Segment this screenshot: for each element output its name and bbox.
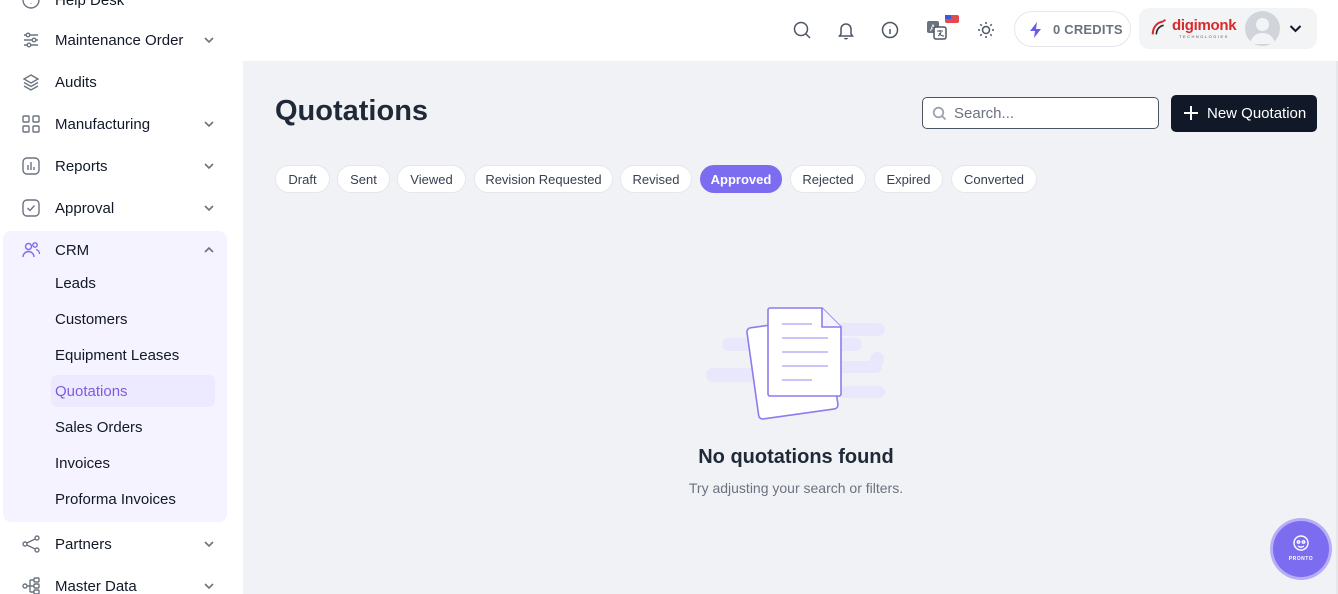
chevron-down-icon[interactable] (201, 536, 217, 552)
chevron-down-icon[interactable] (201, 158, 217, 174)
sidebar-item-master-data[interactable]: Master Data (0, 565, 243, 594)
search-box[interactable] (922, 97, 1159, 129)
sidebar-item-audits[interactable]: Audits (0, 61, 243, 103)
bell-icon[interactable] (835, 19, 857, 41)
sidebar-item-label: Reports (55, 157, 108, 175)
layers-icon (21, 72, 41, 92)
logo-mark-icon (1151, 19, 1166, 35)
help-circle-icon (21, 0, 41, 10)
chevron-down-icon[interactable] (201, 200, 217, 216)
sidebar-item-label: CRM (55, 241, 90, 259)
filter-chip-sent[interactable]: Sent (337, 165, 390, 193)
search-input[interactable] (954, 103, 1149, 123)
empty-state-title: No quotations found (698, 446, 894, 468)
filter-chip-rejected[interactable]: Rejected (790, 165, 866, 193)
grid-icon (21, 114, 41, 134)
chevron-down-icon[interactable] (201, 32, 217, 48)
lightning-icon (1030, 22, 1041, 38)
sidebar-item-maintenance-order[interactable]: Maintenance Order (0, 19, 243, 61)
sidebar-subitem-sales-orders[interactable]: Sales Orders (51, 411, 215, 443)
credits-text: 0 CREDITS (1053, 21, 1123, 37)
users-icon (21, 240, 41, 260)
sidebar-item-reports[interactable]: Reports (0, 145, 243, 187)
chevron-down-icon[interactable] (201, 578, 217, 594)
empty-documents-illustration (706, 307, 885, 420)
credits-badge[interactable]: 0 CREDITS (1014, 11, 1131, 47)
plus-icon (1182, 104, 1200, 122)
sidebar-item-crm[interactable]: CRM (0, 229, 243, 271)
sidebar-subitem-leads[interactable]: Leads (51, 267, 215, 299)
page-title: Quotations (275, 95, 429, 127)
brand-name: digimonk (1172, 17, 1237, 34)
chevron-up-icon[interactable] (201, 242, 217, 258)
sidebar-item-approval[interactable]: Approval (0, 187, 243, 229)
chevron-down-icon[interactable] (1287, 20, 1304, 37)
sidebar-item-partners[interactable]: Partners (0, 523, 243, 565)
info-icon[interactable] (879, 19, 901, 41)
check-square-icon (21, 198, 41, 218)
avatar[interactable] (1245, 11, 1280, 46)
filter-chip-approved[interactable]: Approved (700, 165, 782, 193)
filter-chip-expired[interactable]: Expired (874, 165, 943, 193)
bot-icon (1293, 535, 1309, 551)
chart-icon (21, 156, 41, 176)
hierarchy-icon (21, 576, 41, 594)
empty-state-subtitle: Try adjusting your search or filters. (688, 480, 904, 496)
filter-chip-draft[interactable]: Draft (275, 165, 330, 193)
search-icon[interactable] (791, 19, 813, 41)
sidebar-item-label: Help Desk (55, 0, 125, 9)
share-icon (21, 534, 41, 554)
brand-subtitle: TECHNOLOGIES (1179, 34, 1229, 39)
company-logo: digimonk TECHNOLOGIES (1150, 17, 1237, 41)
sliders-icon (21, 30, 41, 50)
filter-chip-converted[interactable]: Converted (951, 165, 1037, 193)
sidebar-subitem-invoices[interactable]: Invoices (51, 447, 215, 479)
sidebar-item-help-desk[interactable]: Help Desk (0, 0, 243, 21)
search-icon (932, 106, 947, 121)
sidebar-subitem-quotations[interactable]: Quotations (51, 375, 215, 407)
filter-chip-revision-requested[interactable]: Revision Requested (474, 165, 613, 193)
sidebar-subitem-customers[interactable]: Customers (51, 303, 215, 335)
chevron-down-icon[interactable] (201, 116, 217, 132)
translate-icon[interactable]: A (925, 15, 961, 43)
sidebar-item-label: Approval (55, 199, 115, 217)
sidebar-subitem-proforma-invoices[interactable]: Proforma Invoices (51, 483, 215, 515)
sidebar-item-label: Maintenance Order (55, 31, 184, 49)
sidebar-item-label: Master Data (55, 577, 137, 594)
sidebar: Help Desk Maintenance Order Audits Manuf… (0, 0, 243, 594)
assistant-button[interactable]: PRONTO (1273, 521, 1329, 577)
sidebar-item-manufacturing[interactable]: Manufacturing (0, 103, 243, 145)
sun-icon[interactable] (975, 19, 997, 41)
filter-chip-revised[interactable]: Revised (620, 165, 692, 193)
sidebar-item-label: Partners (55, 535, 112, 553)
sidebar-subitem-equipment-leases[interactable]: Equipment Leases (51, 339, 215, 371)
user-silhouette-icon (1250, 18, 1275, 44)
filter-chip-viewed[interactable]: Viewed (397, 165, 466, 193)
new-quotation-label: New Quotation (1207, 105, 1307, 122)
user-menu[interactable]: digimonk TECHNOLOGIES (1139, 8, 1317, 49)
assistant-label: PRONTO (1288, 556, 1314, 562)
new-quotation-button[interactable]: New Quotation (1171, 95, 1317, 132)
sidebar-item-label: Audits (55, 73, 97, 91)
sidebar-item-label: Manufacturing (55, 115, 151, 133)
